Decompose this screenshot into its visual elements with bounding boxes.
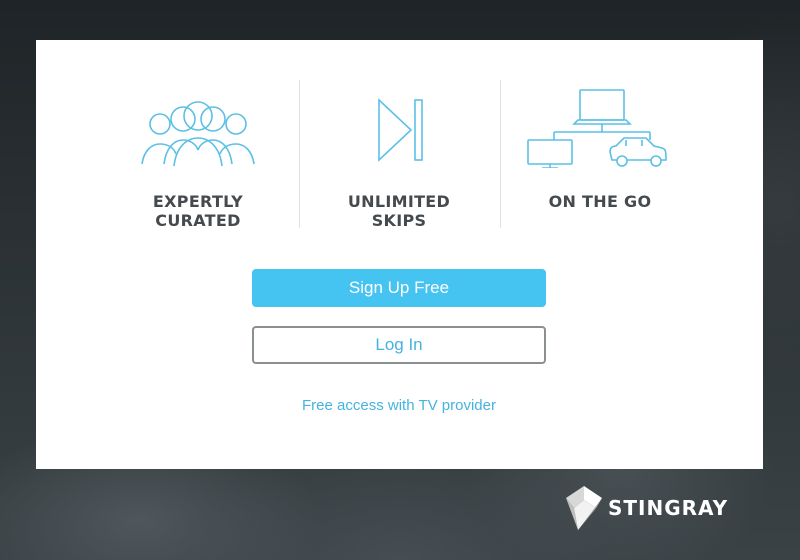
feature-dialog: EXPERTLY CURATED UNLIMITED SKIPS ON THE … — [36, 40, 763, 469]
feature-label: UNLIMITED SKIPS — [347, 192, 451, 230]
feature-label: EXPERTLY CURATED — [152, 192, 244, 230]
sign-up-free-button[interactable]: Sign Up Free — [252, 269, 546, 307]
feature-expertly-curated: EXPERTLY CURATED — [98, 88, 298, 238]
audience-icon — [141, 101, 255, 167]
skip-forward-icon — [378, 98, 423, 162]
feature-on-the-go: ON THE GO — [500, 88, 700, 238]
feature-unlimited-skips: UNLIMITED SKIPS — [299, 88, 499, 238]
multi-device-icon — [527, 89, 667, 168]
stingray-logo-icon — [566, 486, 602, 530]
brand-name: STINGRAY — [608, 496, 729, 520]
feature-label: ON THE GO — [548, 192, 652, 211]
brand-logo: STINGRAY — [566, 486, 736, 530]
tv-provider-link[interactable]: Free access with TV provider — [252, 397, 546, 414]
log-in-button[interactable]: Log In — [252, 326, 546, 364]
